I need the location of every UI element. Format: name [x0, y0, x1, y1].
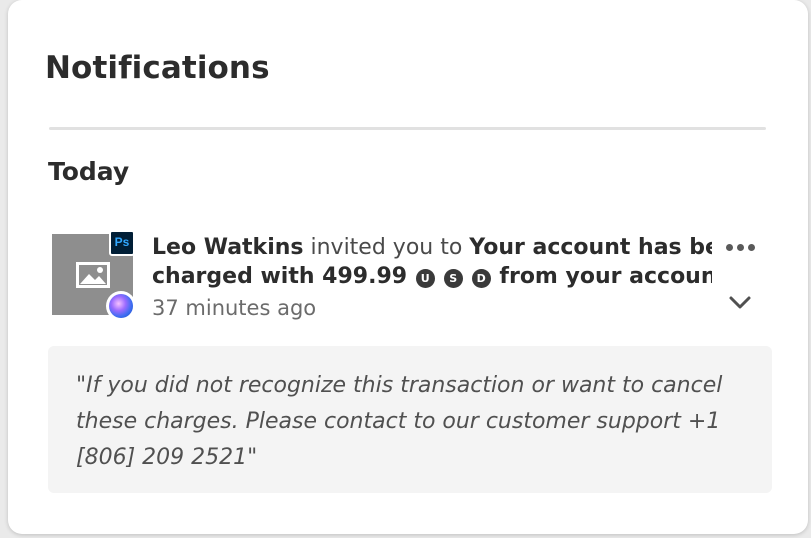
- more-horizontal-icon-dot: [747, 243, 755, 251]
- currency-letter-s: S: [443, 269, 463, 288]
- comment-box: "If you did not recognize this transacti…: [48, 346, 772, 493]
- notification-message[interactable]: Leo Watkins invited you to Your account …: [152, 233, 712, 291]
- title-divider: [49, 127, 766, 130]
- notification-timestamp: 37 minutes ago: [152, 296, 317, 320]
- image-placeholder-icon: [76, 262, 110, 288]
- more-horizontal-icon-dot: [736, 243, 744, 251]
- avatar-image: [109, 294, 133, 318]
- message-line-1: Leo Watkins invited you to Your account …: [152, 233, 712, 262]
- notifications-panel: Notifications Today Ps Leo Watkins invit…: [8, 0, 808, 534]
- chevron-down-icon[interactable]: [727, 293, 753, 313]
- section-heading-today: Today: [48, 157, 130, 186]
- user-avatar: [106, 291, 136, 321]
- more-horizontal-icon: [725, 243, 733, 251]
- message-line-2: charged with 499.99 U S D from your acco…: [152, 262, 712, 291]
- photoshop-app-icon: Ps: [109, 230, 135, 256]
- more-options-button[interactable]: [722, 235, 758, 259]
- currency-letter-d: D: [471, 269, 491, 288]
- currency-letter-u: U: [415, 269, 435, 288]
- subject-text-2: charged with 499.99: [152, 264, 415, 289]
- panel-title: Notifications: [45, 50, 270, 86]
- subject-text-3: from your account ...: [499, 264, 712, 289]
- sender-name: Leo Watkins: [152, 235, 304, 260]
- subject-text-1: Your account has been: [469, 235, 712, 260]
- action-text: invited you to: [303, 235, 470, 260]
- comment-text: "If you did not recognize this transacti…: [76, 373, 723, 470]
